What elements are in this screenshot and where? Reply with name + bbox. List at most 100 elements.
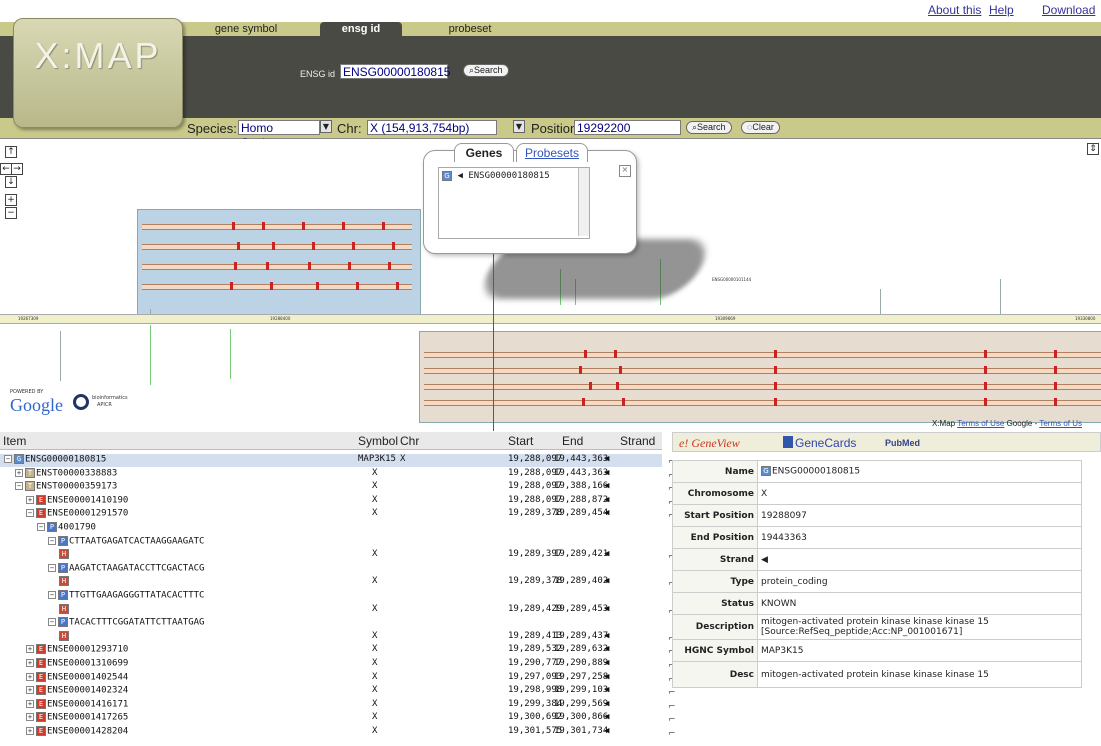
locate-pin-icon[interactable]: ⌐ bbox=[668, 702, 682, 712]
ensg-input[interactable]: ENSG00000180815 bbox=[340, 64, 450, 79]
row-item[interactable]: − E ENSE00001291570 bbox=[26, 508, 128, 519]
transcript-track[interactable] bbox=[424, 366, 1101, 374]
row-item[interactable]: − P TTGTTGAAGAGGGTTATACACTTTC bbox=[48, 590, 204, 601]
row-item[interactable]: + E ENSE00001402324 bbox=[26, 685, 128, 696]
collapse-icon[interactable]: − bbox=[37, 523, 45, 531]
popup-gene-item[interactable]: ◀ ENSG00000180815 bbox=[458, 171, 550, 181]
table-row[interactable]: H X 19,289,429 19,289,453 ◀ bbox=[0, 603, 662, 617]
terms-link[interactable]: Terms of Us bbox=[1039, 419, 1082, 428]
clear-button[interactable]: ◌Clear bbox=[741, 121, 780, 134]
species-dropdown-arrow[interactable]: ▼ bbox=[320, 120, 332, 133]
collapse-icon[interactable]: − bbox=[4, 455, 12, 463]
position-input[interactable]: 19292200 bbox=[574, 120, 681, 135]
table-row[interactable]: + E ENSE00001310699 X 19,290,777 19,290,889 ◀ bbox=[0, 658, 662, 671]
table-row[interactable]: H X 19,289,378 19,289,402 ◀ bbox=[0, 576, 662, 589]
collapse-icon[interactable]: − bbox=[15, 482, 23, 491]
pan-up-icon[interactable]: ↑ bbox=[5, 146, 17, 158]
pan-right-icon[interactable]: → bbox=[11, 163, 23, 175]
ensg-search-button[interactable]: ⌕Search bbox=[463, 64, 509, 77]
chr-select[interactable]: X (154,913,754bp) bbox=[367, 120, 497, 135]
table-row[interactable]: − T ENST00000359173 X 19,288,097 19,388,166 ◀ bbox=[0, 481, 662, 494]
popup-tab-probesets[interactable]: Probesets bbox=[516, 143, 588, 162]
expand-icon[interactable]: + bbox=[26, 659, 34, 667]
species-select[interactable]: Homo Sapiens bbox=[238, 120, 320, 150]
row-item[interactable]: − T ENST00000359173 bbox=[15, 481, 117, 492]
popup-gene-list[interactable]: G ◀ ENSG00000180815 bbox=[438, 167, 590, 239]
gene-cluster-upper[interactable] bbox=[137, 209, 421, 315]
col-start[interactable]: Start bbox=[508, 434, 533, 448]
table-row[interactable]: − P TACACTTTCGGATATTCTTAATGAG bbox=[0, 617, 662, 630]
collapse-icon[interactable]: − bbox=[48, 563, 56, 572]
transcript-track[interactable] bbox=[424, 382, 1101, 390]
expand-icon[interactable]: + bbox=[26, 686, 34, 695]
col-strand[interactable]: Strand bbox=[620, 434, 655, 448]
row-item[interactable]: − P TACACTTTCGGATATTCTTAATGAG bbox=[48, 617, 204, 628]
collapse-icon[interactable]: − bbox=[48, 536, 56, 545]
help-link[interactable]: Help bbox=[989, 3, 1014, 17]
gene-cluster-lower[interactable] bbox=[419, 331, 1101, 423]
table-row[interactable]: − P TTGTTGAAGAGGGTTATACACTTTC bbox=[0, 590, 662, 603]
geneview-tab[interactable]: e! GeneView bbox=[679, 436, 740, 451]
row-item[interactable]: − P AAGATCTAAGATACCTTCGACTACG bbox=[48, 562, 204, 573]
row-item[interactable]: H bbox=[59, 576, 70, 587]
zoom-out-icon[interactable]: − bbox=[5, 207, 17, 219]
table-row[interactable]: − P 4001790 bbox=[0, 522, 662, 535]
collapse-icon[interactable]: − bbox=[26, 509, 34, 518]
transcript-track[interactable] bbox=[142, 242, 412, 250]
locate-pin-icon[interactable]: ⌐ bbox=[668, 715, 682, 725]
position-search-button[interactable]: ⌕Search bbox=[686, 121, 732, 134]
genome-map[interactable]: ↑ ← → ↓ + − ⇕ ENSG00000101144 19267309 1… bbox=[0, 139, 1101, 431]
table-row[interactable]: + E ENSE00001417265 X 19,300,692 19,300,866 ◀ bbox=[0, 712, 662, 725]
zoom-in-icon[interactable]: + bbox=[5, 194, 17, 206]
chr-dropdown-arrow[interactable]: ▼ bbox=[513, 120, 525, 133]
expand-icon[interactable]: + bbox=[26, 495, 34, 504]
table-row[interactable]: H X 19,289,397 19,289,421 ◀ bbox=[0, 549, 662, 562]
table-row[interactable]: + E ENSE00001428204 X 19,301,575 19,301,734 ◀ bbox=[0, 726, 662, 739]
popup-tab-genes[interactable]: Genes bbox=[454, 143, 514, 162]
row-item[interactable]: + T ENST00000338883 bbox=[15, 467, 117, 478]
row-item[interactable]: + E ENSE00001293710 bbox=[26, 644, 128, 655]
row-item[interactable]: − P 4001790 bbox=[37, 522, 96, 533]
row-item[interactable]: − G ENSG00000180815 bbox=[4, 454, 106, 465]
close-icon[interactable]: × bbox=[619, 165, 631, 177]
table-row[interactable]: + T ENST00000338883 X 19,288,097 19,443,363 ◀ bbox=[0, 467, 662, 481]
transcript-track[interactable] bbox=[142, 222, 412, 230]
tab-ensg-id[interactable]: ensg id bbox=[320, 22, 402, 36]
expand-icon[interactable]: + bbox=[15, 468, 23, 477]
table-row[interactable]: − G ENSG00000180815 MAP3K15 X 19,288,097 19,44… bbox=[0, 454, 662, 467]
gene-popup[interactable]: Genes Probesets G ◀ ENSG00000180815 × bbox=[423, 143, 637, 254]
col-end[interactable]: End bbox=[562, 434, 583, 448]
transcript-track[interactable] bbox=[424, 350, 1101, 358]
transcript-track[interactable] bbox=[142, 262, 412, 270]
table-row[interactable]: + E ENSE00001402544 X 19,297,093 19,297,258 ◀ bbox=[0, 671, 662, 685]
row-item[interactable]: H bbox=[59, 630, 70, 642]
collapse-icon[interactable]: − bbox=[48, 618, 56, 627]
tab-gene-symbol[interactable]: gene symbol bbox=[196, 22, 296, 36]
row-item[interactable]: H bbox=[59, 549, 70, 560]
table-row[interactable]: − P CTTAATGAGATCACTAAGGAAGATC bbox=[0, 535, 662, 549]
pan-down-icon[interactable]: ↓ bbox=[5, 176, 17, 188]
row-item[interactable]: H bbox=[59, 603, 70, 615]
row-item[interactable]: + E ENSE00001310699 bbox=[26, 658, 128, 669]
expand-icon[interactable]: + bbox=[26, 727, 34, 735]
table-row[interactable]: + E ENSE00001293710 X 19,289,532 19,289,632 ◀ bbox=[0, 644, 662, 657]
transcript-track[interactable] bbox=[142, 282, 412, 290]
table-row[interactable]: H X 19,289,413 19,289,437 ◀ bbox=[0, 630, 662, 644]
collapse-icon[interactable]: − bbox=[48, 591, 56, 599]
table-row[interactable]: + E ENSE00001416171 X 19,299,384 19,299,569 ◀ bbox=[0, 698, 662, 712]
expand-icon[interactable]: + bbox=[26, 672, 34, 681]
pubmed-tab[interactable]: PubMed bbox=[885, 438, 920, 448]
genecards-tab[interactable]: GeneCards bbox=[795, 436, 856, 450]
row-item[interactable]: − P CTTAATGAGATCACTAAGGAAGATC bbox=[48, 535, 204, 546]
expand-map-icon[interactable]: ⇕ bbox=[1087, 143, 1099, 155]
col-chr[interactable]: Chr bbox=[400, 434, 419, 448]
table-row[interactable]: − P AAGATCTAAGATACCTTCGACTACG bbox=[0, 562, 662, 576]
download-link[interactable]: Download bbox=[1042, 3, 1095, 17]
row-item[interactable]: + E ENSE00001416171 bbox=[26, 698, 128, 709]
expand-icon[interactable]: + bbox=[26, 713, 34, 722]
expand-icon[interactable]: + bbox=[26, 645, 34, 654]
popup-scrollbar[interactable] bbox=[578, 168, 589, 236]
locate-pin-icon[interactable]: ⌐ bbox=[668, 688, 682, 698]
table-row[interactable]: + E ENSE00001410190 X 19,288,097 19,288,872 ◀ bbox=[0, 494, 662, 508]
tab-probeset[interactable]: probeset bbox=[430, 22, 510, 36]
